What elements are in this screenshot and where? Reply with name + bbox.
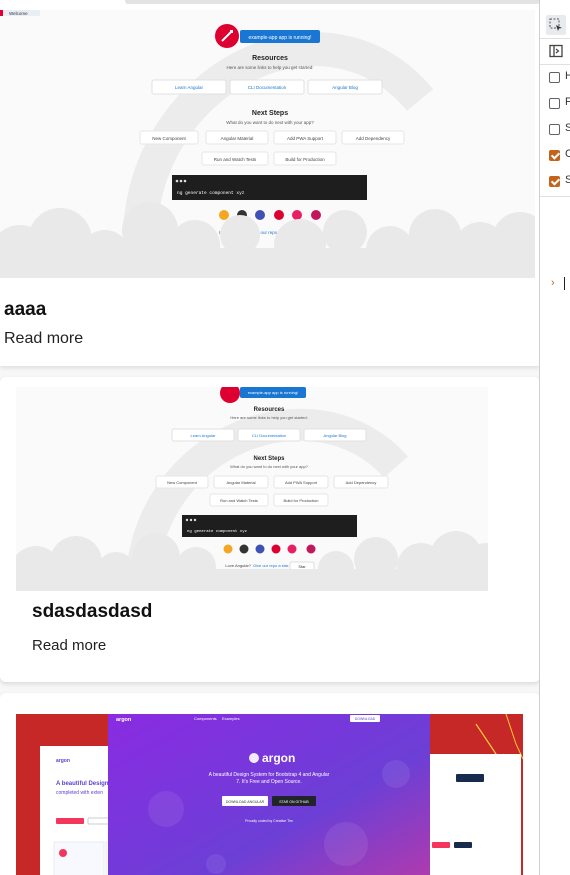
- text-cursor: [564, 277, 565, 290]
- expand-chevron-icon[interactable]: ›: [551, 277, 555, 289]
- post-title: aaaa: [4, 299, 47, 320]
- argon-design-system-screenshot: argon A beautiful Design Sy completed wi…: [16, 714, 523, 875]
- toggle-sidebar-icon[interactable]: [546, 41, 566, 61]
- post-card: argon A beautiful Design Sy completed wi…: [0, 693, 540, 875]
- resource-link: CLI Documentation: [252, 433, 286, 438]
- left-brand: argon: [56, 758, 70, 764]
- nav-item: Components: [194, 716, 217, 721]
- inspect-element-icon[interactable]: [546, 15, 566, 35]
- resource-link: CLI Documentation: [248, 85, 287, 90]
- read-more-link[interactable]: Read more: [32, 637, 106, 654]
- read-more-link[interactable]: Read more: [4, 330, 83, 348]
- step-chip: Angular Material: [226, 480, 255, 485]
- post-card: Welcome example-app app is running! Reso…: [0, 10, 540, 366]
- running-banner: example-app app is running!: [248, 35, 311, 41]
- angular-welcome-screenshot: Welcome example-app app is running! Reso…: [0, 10, 535, 278]
- filter-label: S: [565, 174, 570, 186]
- download-angular-button: DOWNLOAD ANGULAR: [226, 800, 265, 804]
- filter-label: H: [565, 70, 570, 82]
- step-chip: Run and Watch Tests: [214, 157, 257, 162]
- hero-tagline: A beautiful Design System for Bootstrap …: [209, 772, 330, 778]
- step-chip: Run and Watch Tests: [220, 498, 258, 503]
- post-feed: Welcome example-app app is running! Reso…: [0, 10, 540, 875]
- post-title: sdasdasdasd: [32, 601, 153, 622]
- step-chip: Angular Material: [221, 136, 254, 141]
- step-chip: Build for Production: [285, 157, 325, 162]
- star-button: Star: [298, 564, 306, 569]
- love-text: Love Angular?: [225, 563, 251, 568]
- nav-download-button: DOWNLOAD: [355, 717, 376, 721]
- step-chip: New Component: [152, 136, 186, 141]
- step-chip: Add PWA Support: [287, 136, 324, 141]
- step-chip: Add PWA Support: [285, 480, 318, 485]
- post-thumbnail: Welcome example-app app is running! Reso…: [0, 10, 535, 278]
- nav-item: Examples: [222, 716, 240, 721]
- horizontal-scrollbar-thumb[interactable]: [125, 0, 540, 4]
- hero-logo-text: argon: [262, 751, 295, 765]
- devtools-top-edge: [539, 0, 570, 10]
- post-thumbnail: argon A beautiful Design Sy completed wi…: [16, 714, 523, 875]
- filter-checkbox-checked[interactable]: [549, 150, 560, 161]
- resources-subtitle: Here are some links to help you get star…: [230, 415, 307, 420]
- top-scroll-strip: [0, 0, 540, 10]
- resource-link: Angular Blog: [332, 85, 358, 90]
- terminal-command: ng generate component xyz: [177, 190, 245, 196]
- filter-label: F: [565, 96, 570, 108]
- next-steps-subtitle: What do you want to do next with your ap…: [230, 464, 309, 469]
- step-chip: Build for Production: [284, 498, 319, 503]
- nav-brand: argon: [116, 717, 132, 723]
- hero-tagline-2: 7. It's Free and Open Source.: [236, 779, 301, 785]
- angular-welcome-screenshot: example-app app is running! Resources He…: [16, 387, 488, 591]
- running-banner: example-app app is running!: [248, 390, 298, 395]
- tab-label: Welcome: [9, 11, 28, 16]
- post-thumbnail: example-app app is running! Resources He…: [16, 387, 488, 591]
- post-card: example-app app is running! Resources He…: [0, 377, 540, 682]
- filter-label: C: [565, 148, 570, 160]
- filter-checkbox[interactable]: [549, 98, 560, 109]
- star-github-button: STAR ON GITHUB: [279, 800, 309, 804]
- step-chip: New Component: [167, 480, 198, 485]
- step-chip: Add Dependency: [356, 136, 391, 141]
- step-chip: Add Dependency: [346, 480, 377, 485]
- resource-link: Angular Blog: [324, 433, 347, 438]
- filter-checkbox-checked[interactable]: [549, 176, 560, 187]
- next-steps-title: Next Steps: [252, 110, 288, 117]
- resources-subtitle: Here are some links to help you get star…: [226, 65, 313, 70]
- left-subheading: completed with exten: [56, 790, 103, 796]
- next-steps-subtitle: What do you want to do next with your ap…: [226, 120, 314, 125]
- filter-checkbox[interactable]: [549, 72, 560, 83]
- terminal-command: ng generate component xyz: [187, 529, 248, 534]
- resource-link: Learn Angular: [191, 433, 217, 438]
- filter-checkbox[interactable]: [549, 124, 560, 135]
- next-steps-title: Next Steps: [253, 456, 285, 462]
- resources-title: Resources: [254, 407, 285, 413]
- filter-label: S: [565, 122, 570, 134]
- devtools-panel: H F S C S ›: [539, 10, 570, 875]
- resource-link: Learn Angular: [175, 85, 204, 90]
- love-link: Give our repo a star.: [253, 563, 289, 568]
- credit-text: Proudly coded by Creative Tim: [245, 819, 293, 823]
- resources-title: Resources: [252, 55, 288, 62]
